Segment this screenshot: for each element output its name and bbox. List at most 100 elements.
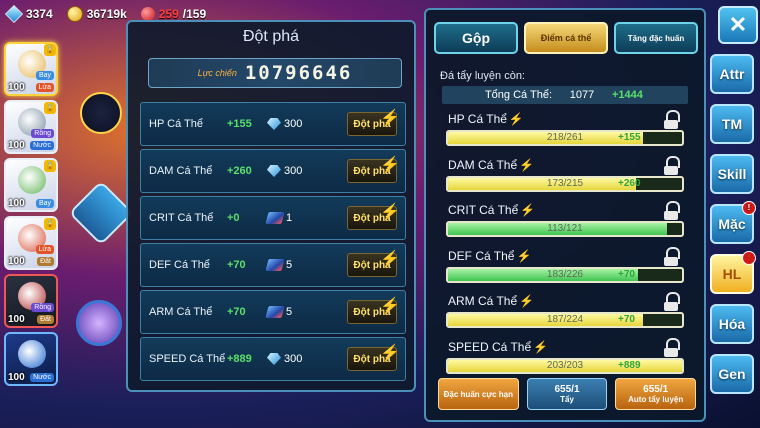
iv-progress-gain: +889: [618, 359, 641, 371]
stat-bonus: +889: [227, 353, 252, 365]
padlock-icon[interactable]: [664, 246, 680, 266]
type-badge: Rồng: [31, 129, 54, 138]
combat-power-box: Lực chiến 10796646: [148, 58, 402, 88]
iv-progress-bar: 173/215 +260: [446, 175, 684, 192]
stat-cost: 300: [267, 165, 337, 177]
bottom-actions: Đặc huấn cực hạn 655/1 Tẩy 655/1 Auto tẩ…: [438, 378, 697, 410]
stat-cost: 5: [265, 306, 337, 318]
stat-cost: 300: [267, 353, 337, 365]
wash-button[interactable]: 655/1 Tẩy: [526, 378, 608, 410]
extreme-training-button[interactable]: Đặc huấn cực hạn: [438, 378, 519, 410]
iv-stat-name: ARM Cá Thể ⚡: [448, 294, 534, 308]
auto-wash-button[interactable]: 655/1 Auto tẩy luyện: [615, 378, 697, 410]
stat-name: DAM Cá Thể: [149, 165, 213, 177]
iv-progress-value: 113/121: [547, 223, 583, 234]
iv-progress-bar: 218/261 +155: [446, 130, 684, 146]
pokemon-level: 100: [8, 256, 25, 267]
padlock-icon[interactable]: [664, 155, 680, 175]
iv-stat-name: DAM Cá Thể ⚡: [448, 158, 534, 172]
extreme-training-label: Đặc huấn cực hạn: [443, 389, 514, 399]
padlock-icon[interactable]: [664, 201, 680, 220]
bag-emblem-icon[interactable]: [68, 180, 134, 246]
lightning-icon: ⚡: [520, 203, 536, 217]
side-menu-label: Mặc: [718, 216, 746, 232]
panel-title: Đột phá: [242, 28, 300, 45]
padlock-icon[interactable]: [664, 292, 680, 311]
breakthrough-button[interactable]: Đột phá ⚡: [347, 110, 400, 136]
scroll-icon: [265, 212, 285, 224]
lightning-icon: ⚡: [533, 339, 549, 354]
side-menu-label: Hóa: [718, 316, 746, 332]
side-menu-gen[interactable]: Gen: [710, 354, 754, 394]
side-menu-skill[interactable]: Skill: [710, 154, 754, 194]
breakthrough-button[interactable]: Đột phá ⚡: [347, 251, 400, 277]
diamond-icon: [267, 353, 281, 365]
iv-progress-gain: +155: [618, 132, 641, 143]
side-menu-attr[interactable]: Attr: [710, 54, 754, 94]
type-badge: Bay: [35, 71, 54, 80]
iv-progress-value: 218/261: [546, 132, 584, 143]
padlock-icon[interactable]: [664, 337, 680, 357]
team-slot[interactable]: 100 Nước: [4, 332, 58, 386]
breakthrough-button[interactable]: Đột phá ⚡: [347, 204, 400, 230]
iv-panel: Gộp Điểm cá thể Tăng đặc huấn Đá tẩy luy…: [424, 8, 706, 422]
cost-value: 300: [284, 353, 303, 365]
breakthrough-rows: HP Cá Thể +155 300 Đột phá ⚡ DAM Cá Thể +260 30…: [140, 102, 406, 384]
breakthrough-button[interactable]: Đột phá ⚡: [347, 298, 400, 324]
pokemon-level: 100: [8, 314, 25, 325]
padlock-icon[interactable]: [664, 110, 680, 129]
breakthrough-panel: Đột phá Lực chiến 10796646 HP Cá Thể +155…: [126, 20, 416, 392]
breakthrough-button[interactable]: Đột phá ⚡: [347, 345, 400, 371]
orb-emblem-icon[interactable]: [76, 300, 122, 346]
iv-progress-bar: 183/226 +70: [446, 266, 684, 283]
stat-name: CRIT Cá Thể: [149, 212, 214, 224]
tab-iv-points[interactable]: Điểm cá thể: [524, 22, 608, 54]
side-menu-hóa[interactable]: Hóa: [710, 304, 754, 344]
stat-name: SPEED Cá Thể: [149, 353, 226, 365]
side-menu-tm[interactable]: TM: [710, 104, 754, 144]
team-slot[interactable]: 100 Bay 🔒: [4, 158, 58, 212]
breakthrough-button[interactable]: Đột phá ⚡: [347, 157, 400, 183]
lock-badge-icon: 🔒: [44, 44, 56, 56]
stamina-current: 259: [158, 7, 179, 21]
lightning-icon: ⚡: [380, 110, 400, 127]
team-slot[interactable]: 100 Lửa Đất 🔒: [4, 216, 58, 270]
iv-stat-label: DEF Cá Thể: [448, 248, 515, 263]
side-menu: Attr TM Skill Mặc! HL! Hóa Gen: [710, 54, 758, 404]
stat-bonus: +70: [227, 306, 246, 318]
gem-value: 3374: [26, 7, 53, 21]
team-slot[interactable]: 100 Rồng Nước 🔒: [4, 100, 58, 154]
lightning-icon: ⚡: [519, 157, 535, 172]
team-slot[interactable]: 100 Rồng Đất: [4, 274, 58, 328]
tab-trait-upgrade[interactable]: Tăng đặc huấn: [614, 22, 698, 54]
type-badge: Nước: [30, 141, 54, 150]
iv-stat-label: SPEED Cá Thể: [448, 339, 532, 354]
total-iv-value: 1077: [569, 89, 595, 101]
iv-progress-value: 187/224: [546, 314, 584, 325]
iv-progress-gain: +70: [618, 268, 635, 280]
gold-counter: 36719k: [66, 6, 127, 22]
stat-name: DEF Cá Thể: [149, 259, 210, 271]
iv-stat: CRIT Cá Thể ⚡ 113/121: [442, 201, 688, 241]
close-button[interactable]: ✕: [718, 6, 758, 44]
diamond-icon: [267, 165, 281, 177]
side-menu-mặc[interactable]: Mặc!: [710, 201, 756, 244]
pokemon-portrait: [18, 166, 46, 194]
tab-merge[interactable]: Gộp: [434, 22, 518, 54]
stamina-fruit-icon: [140, 7, 155, 21]
lightning-icon: ⚡: [380, 251, 400, 268]
side-menu-hl[interactable]: HL!: [710, 251, 756, 294]
wash-stone-remaining-label: Đá tẩy luyện còn:: [440, 70, 525, 82]
iv-stat: HP Cá Thể ⚡ 218/261 +155: [442, 110, 688, 150]
lightning-icon: ⚡: [516, 248, 532, 263]
stat-name: HP Cá Thể: [149, 118, 204, 130]
side-menu-label: Attr: [719, 66, 745, 82]
sword-emblem-icon[interactable]: [80, 92, 122, 134]
team-slot[interactable]: 100 Bay Lửa 🔒: [4, 42, 58, 96]
type-badge: Nước: [30, 373, 54, 382]
gem-icon: [4, 4, 24, 24]
stat-name: ARM Cá Thể: [149, 306, 213, 318]
iv-progress-bar: 203/203 +889: [446, 357, 684, 374]
notification-badge: !: [742, 251, 756, 265]
stat-bonus: +70: [227, 259, 246, 271]
